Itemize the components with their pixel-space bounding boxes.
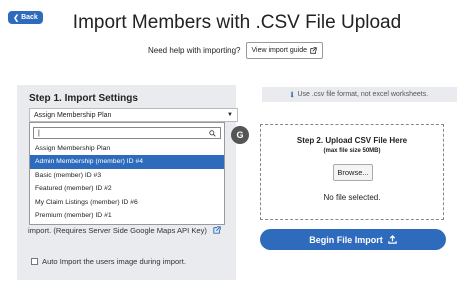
search-value: | bbox=[38, 129, 40, 137]
auto-import-image-label: Auto Import the users image during impor… bbox=[42, 257, 186, 266]
csv-upload-dropzone[interactable]: Step 2. Upload CSV File Here (max file s… bbox=[260, 124, 444, 220]
max-file-size: (max file size 50MB) bbox=[323, 148, 381, 154]
dropdown-option[interactable]: Basic (member) ID #3 bbox=[30, 169, 224, 182]
dropdown-option[interactable]: My Claim Listings (member) ID #6 bbox=[30, 196, 224, 209]
begin-label: Begin File Import bbox=[309, 234, 383, 245]
notice-text: Use .csv file format, not excel workshee… bbox=[297, 91, 429, 98]
info-icon: ℹ bbox=[290, 91, 294, 99]
search-icon bbox=[209, 129, 216, 137]
geocode-option-text: import. (Requires Server Side Google Map… bbox=[28, 224, 233, 238]
auto-import-image-checkbox[interactable] bbox=[31, 258, 38, 265]
browse-button[interactable]: Browse... bbox=[333, 164, 373, 181]
view-import-guide-button[interactable]: View import guide bbox=[245, 42, 324, 59]
no-file-status: No file selected. bbox=[323, 193, 381, 202]
upload-title: Step 2. Upload CSV File Here bbox=[296, 136, 408, 145]
dropdown-search-input[interactable]: | bbox=[33, 127, 221, 139]
select-value: Assign Membership Plan bbox=[34, 111, 112, 119]
caret-down-icon: ▼ bbox=[227, 112, 233, 118]
external-link-icon[interactable] bbox=[213, 226, 221, 234]
settings-title: Step 1. Import Settings bbox=[29, 93, 138, 104]
dropdown-option[interactable]: Assign Membership Plan bbox=[30, 142, 224, 155]
dropdown-option-selected[interactable]: Admin Membership (member) ID #4 bbox=[30, 155, 224, 169]
help-text: Need help with importing? bbox=[148, 46, 241, 55]
membership-plan-select[interactable]: Assign Membership Plan ▼ bbox=[29, 108, 238, 122]
dropdown-option[interactable]: Premium (member) ID #1 bbox=[30, 209, 224, 222]
dropdown-option[interactable]: Featured (member) ID #2 bbox=[30, 182, 224, 195]
external-link-icon bbox=[310, 47, 317, 54]
membership-plan-dropdown: | Assign Membership Plan Admin Membershi… bbox=[29, 122, 225, 225]
page-title: Import Members with .CSV File Upload bbox=[72, 12, 402, 33]
auto-import-image-option[interactable]: Auto Import the users image during impor… bbox=[31, 257, 186, 266]
begin-file-import-button[interactable]: Begin File Import bbox=[260, 229, 446, 250]
geocode-text: import. (Requires Server Side Google Map… bbox=[28, 226, 207, 235]
csv-format-notice: ℹ Use .csv file format, not excel worksh… bbox=[262, 87, 457, 102]
help-row: Need help with importing? View import gu… bbox=[148, 42, 324, 59]
guide-label: View import guide bbox=[251, 47, 308, 54]
grammarly-icon[interactable]: G bbox=[231, 126, 249, 144]
upload-icon bbox=[388, 235, 397, 244]
